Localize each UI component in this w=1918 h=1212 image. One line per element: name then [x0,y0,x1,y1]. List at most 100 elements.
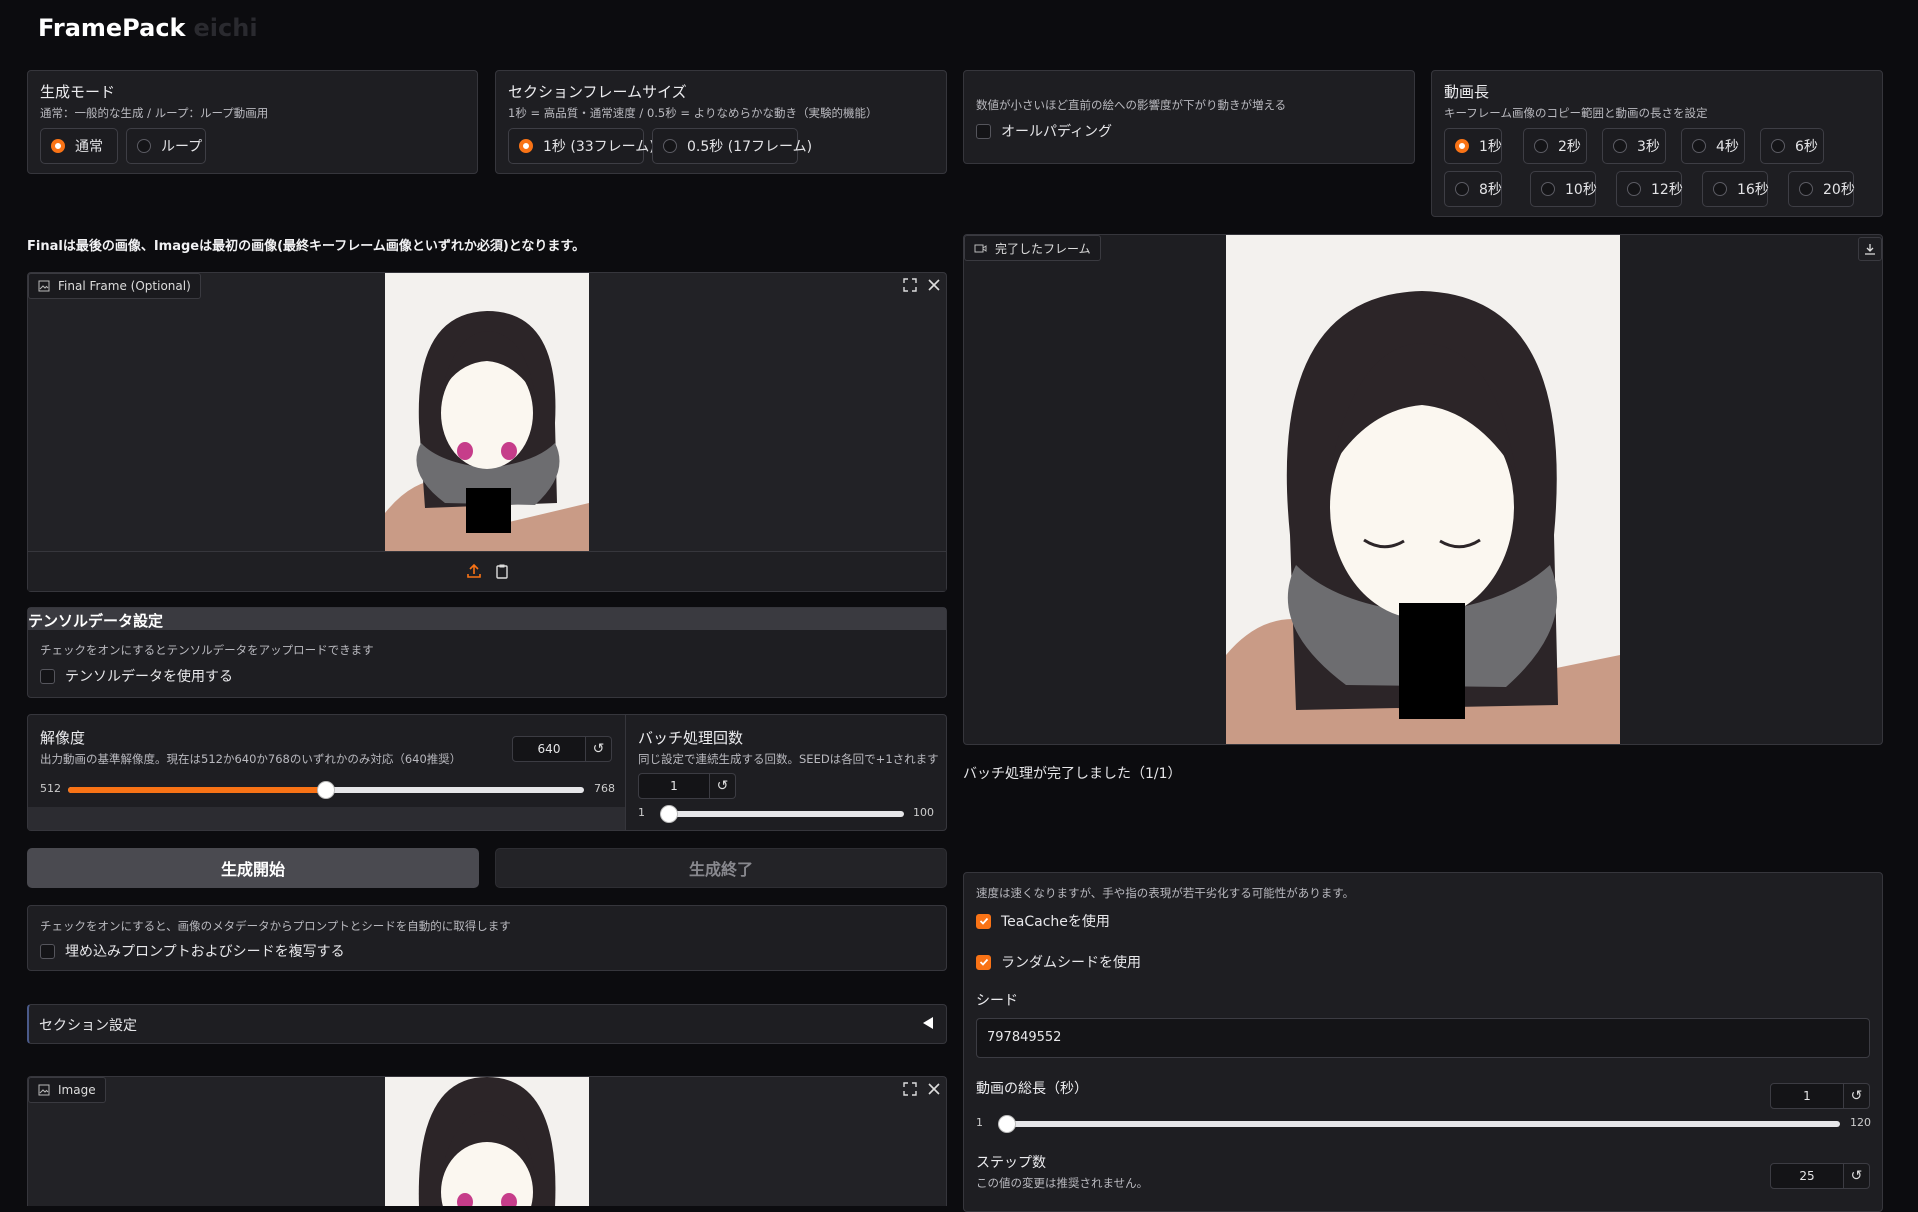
end-button[interactable]: 生成終了 [495,848,947,888]
padding-label: オールパディング [1001,124,1113,140]
tensor-checkbox-row[interactable]: テンソルデータを使用する [40,666,233,686]
close-icon[interactable] [924,275,944,295]
upload-icon[interactable] [464,561,484,581]
final-frame-box[interactable]: Final Frame (Optional) [27,272,947,592]
video-length-option[interactable]: 2秒 [1523,128,1587,164]
video-length-option[interactable]: 10秒 [1530,171,1597,207]
video-length-option[interactable]: 3秒 [1602,128,1666,164]
reset-icon[interactable]: ↺ [586,736,612,762]
batch-panel: バッチ処理回数 同じ設定で連続生成する回数。SEEDは各回で+1されます 1 ↺… [626,714,947,831]
section-frame-size-desc: 1秒 = 高品質・通常速度 / 0.5秒 = よりなめらかな動き（実験的機能） [508,106,878,120]
speed-desc: 速度は速くなりますが、手や指の表現が若干劣化する可能性があります。 [976,886,1355,900]
video-length-option-label: 8秒 [1479,182,1502,198]
total-length-slider-thumb[interactable] [998,1115,1016,1133]
radio-dot [1455,182,1469,196]
video-length-option[interactable]: 12秒 [1616,171,1683,207]
fullscreen-icon[interactable] [900,275,920,295]
reset-icon[interactable]: ↺ [710,773,736,799]
video-length-option-label: 2秒 [1558,139,1581,155]
image-input-box[interactable]: Image [27,1076,947,1206]
resolution-slider-fill [68,787,326,793]
radio-dot [1713,182,1727,196]
reset-icon[interactable]: ↺ [1844,1083,1870,1109]
video-length-option[interactable]: 4秒 [1681,128,1745,164]
video-length-option[interactable]: 20秒 [1788,171,1855,207]
final-frame-label-text: Final Frame (Optional) [58,279,191,293]
total-length-input[interactable]: 1 [1770,1083,1844,1109]
total-length-slider[interactable] [998,1115,1840,1133]
video-length-option[interactable]: 16秒 [1702,171,1769,207]
section-frame-size-title: セクションフレームサイズ [508,83,687,101]
resolution-slider-thumb[interactable] [317,781,335,799]
image-input-picture [385,1077,589,1206]
mode-option-normal[interactable]: 通常 [40,128,118,164]
radio-dot [1455,139,1469,153]
teacache-checkbox-row[interactable]: TeaCacheを使用 [976,911,1110,931]
start-button[interactable]: 生成開始 [27,848,479,888]
output-video-label-text: 完了したフレーム [995,241,1091,256]
tensor-header: テンソルデータ設定 [28,608,946,630]
image-icon [38,1084,50,1096]
tensor-panel: テンソルデータ設定 チェックをオンにするとテンソルデータをアップロードできます … [27,607,947,698]
padding-checkbox-row[interactable]: オールパディング [976,121,1112,141]
final-frame-image [385,273,589,551]
video-length-title: 動画長 [1444,83,1490,101]
radio-dot [1692,139,1706,153]
frame-size-option-05s[interactable]: 0.5秒 (17フレーム) [652,128,812,164]
tensor-checkbox[interactable] [40,668,55,684]
collapse-arrow-icon[interactable] [922,1016,934,1034]
output-status: バッチ処理が完了しました（1/1） [963,766,1182,782]
mode-panel: 生成モード 通常：一般的な生成 / ループ：ループ動画用 通常 ループ [27,70,478,174]
image-icon [38,280,50,292]
app-title-text: FramePack [38,14,186,42]
batch-slider-thumb[interactable] [660,805,678,823]
reset-icon[interactable]: ↺ [1844,1163,1870,1189]
image-input-label: Image [28,1077,106,1103]
frame-size-option-label: 1秒 (33フレーム) [543,139,655,155]
steps-label: ステップ数 [976,1155,1046,1171]
fullscreen-icon[interactable] [900,1079,920,1099]
section-settings-accordion[interactable]: セクション設定 [27,1004,947,1044]
steps-input[interactable]: 25 [1770,1163,1844,1189]
notice-text: Finalは最後の画像、Imageは最初の画像(最終キーフレーム画像といずれか必… [27,239,586,254]
batch-desc: 同じ設定で連続生成する回数。SEEDは各回で+1されます [638,752,939,766]
radio-dot [663,139,677,153]
metadata-checkbox-row[interactable]: 埋め込みプロンプトおよびシードを複写する [40,941,345,961]
settings-panel: 速度は速くなりますが、手や指の表現が若干劣化する可能性があります。 TeaCac… [963,872,1883,1212]
download-icon[interactable] [1858,237,1882,261]
mode-desc: 通常：一般的な生成 / ループ：ループ動画用 [40,106,269,120]
output-video-box: 完了したフレーム [963,234,1883,745]
video-length-option-label: 4秒 [1716,139,1739,155]
section-settings-label: セクション設定 [39,1018,137,1034]
padding-checkbox[interactable] [976,123,991,139]
mode-option-loop[interactable]: ループ [126,128,206,164]
resolution-number-input[interactable]: 640 [512,736,586,762]
radio-dot [1771,139,1785,153]
metadata-panel: チェックをオンにすると、画像のメタデータからプロンプトとシードを自動的に取得しま… [27,905,947,971]
random-seed-checkbox[interactable] [976,954,991,970]
image-input-label-text: Image [58,1083,96,1097]
metadata-checkbox[interactable] [40,943,55,959]
total-length-min-label: 1 [976,1116,983,1129]
batch-slider[interactable] [660,805,904,823]
mode-option-label: ループ [161,139,203,155]
batch-max-label: 100 [913,806,934,819]
tensor-desc: チェックをオンにするとテンソルデータをアップロードできます [40,643,374,657]
frame-size-option-1s[interactable]: 1秒 (33フレーム) [508,128,655,164]
batch-title: バッチ処理回数 [638,729,744,747]
teacache-checkbox[interactable] [976,913,991,929]
video-length-desc: キーフレーム画像のコピー範囲と動画の長さを設定 [1444,106,1708,120]
video-length-option[interactable]: 8秒 [1444,171,1502,207]
padding-desc: 数値が小さいほど直前の絵への影響度が下がり動きが増える [976,98,1287,112]
random-seed-checkbox-row[interactable]: ランダムシードを使用 [976,952,1141,972]
metadata-label: 埋め込みプロンプトおよびシードを複写する [65,944,345,960]
seed-input[interactable]: 797849552 [976,1018,1870,1058]
video-length-option[interactable]: 1秒 [1444,128,1502,164]
close-icon[interactable] [924,1079,944,1099]
radio-dot [1613,139,1627,153]
clipboard-icon[interactable] [492,561,512,581]
video-length-option[interactable]: 6秒 [1760,128,1824,164]
resolution-slider[interactable] [68,781,584,799]
batch-number-input[interactable]: 1 [638,773,710,799]
seed-label: シード [976,993,1018,1009]
